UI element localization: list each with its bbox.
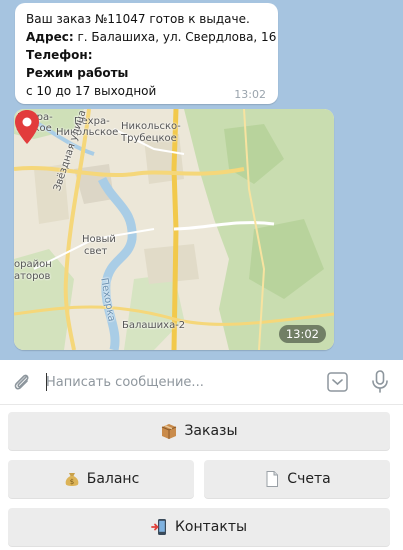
orders-label: Заказы bbox=[184, 423, 238, 439]
location-map[interactable]: Пехра- овское Пехра- Никольское Никольск… bbox=[14, 109, 334, 350]
message-composer bbox=[0, 360, 403, 405]
phone-arrow-icon bbox=[151, 519, 166, 535]
address-line: Адрес: г. Балашиха, ул. Свердлова, 16 bbox=[26, 28, 276, 46]
invoices-button[interactable]: Счета bbox=[204, 460, 390, 498]
package-icon bbox=[162, 424, 177, 439]
document-icon bbox=[266, 471, 279, 487]
microphone-icon[interactable] bbox=[371, 370, 389, 394]
orders-button[interactable]: Заказы bbox=[8, 412, 390, 450]
map-label-balashikha2: Балашиха-2 bbox=[122, 320, 186, 331]
contacts-button[interactable]: Контакты bbox=[8, 508, 390, 546]
address-value: г. Балашиха, ул. Свердлова, 16 bbox=[73, 30, 277, 44]
map-label-novy: Новый bbox=[82, 234, 116, 245]
map-label-atorov: аторов bbox=[14, 271, 51, 282]
phone-line: Телефон: bbox=[26, 46, 267, 64]
attach-icon[interactable] bbox=[11, 371, 33, 393]
message-time: 13:02 bbox=[234, 88, 266, 101]
money-bag-icon: $ bbox=[65, 473, 79, 486]
hours-line: Режим работы bbox=[26, 64, 267, 82]
chat-area: Ваш заказ №11047 готов к выдаче. Адрес: … bbox=[0, 0, 403, 360]
map-label-oraion: орайон bbox=[14, 259, 52, 270]
map-time: 13:02 bbox=[278, 325, 326, 343]
map-label-trubetskoe: Трубецкое bbox=[121, 133, 177, 144]
location-pin-icon bbox=[15, 110, 39, 144]
map-image bbox=[14, 109, 334, 350]
message-bubble[interactable]: Ваш заказ №11047 готов к выдаче. Адрес: … bbox=[15, 3, 278, 104]
contacts-label: Контакты bbox=[174, 519, 248, 535]
invoices-label: Счета bbox=[287, 471, 331, 487]
order-ready-text: Ваш заказ №11047 готов к выдаче. bbox=[26, 12, 250, 26]
balance-button[interactable]: $ Баланс bbox=[8, 460, 194, 498]
hours-label: Режим работы bbox=[26, 66, 129, 80]
keyboard-toggle-icon[interactable] bbox=[327, 372, 348, 392]
map-label-nikolsko: Никольско- bbox=[121, 121, 181, 132]
reply-keyboard: Заказы $ Баланс Счета Контакты bbox=[0, 406, 403, 550]
message-input[interactable] bbox=[46, 370, 306, 394]
balance-label: Баланс bbox=[86, 471, 140, 487]
phone-label: Телефон: bbox=[26, 48, 93, 62]
svg-text:$: $ bbox=[69, 478, 73, 486]
map-label-svet: свет bbox=[84, 246, 108, 257]
address-label: Адрес: bbox=[26, 30, 74, 44]
hours-value: с 10 до 17 выходной bbox=[26, 84, 157, 98]
map-label-nikolskoe: Никольское bbox=[56, 127, 119, 138]
